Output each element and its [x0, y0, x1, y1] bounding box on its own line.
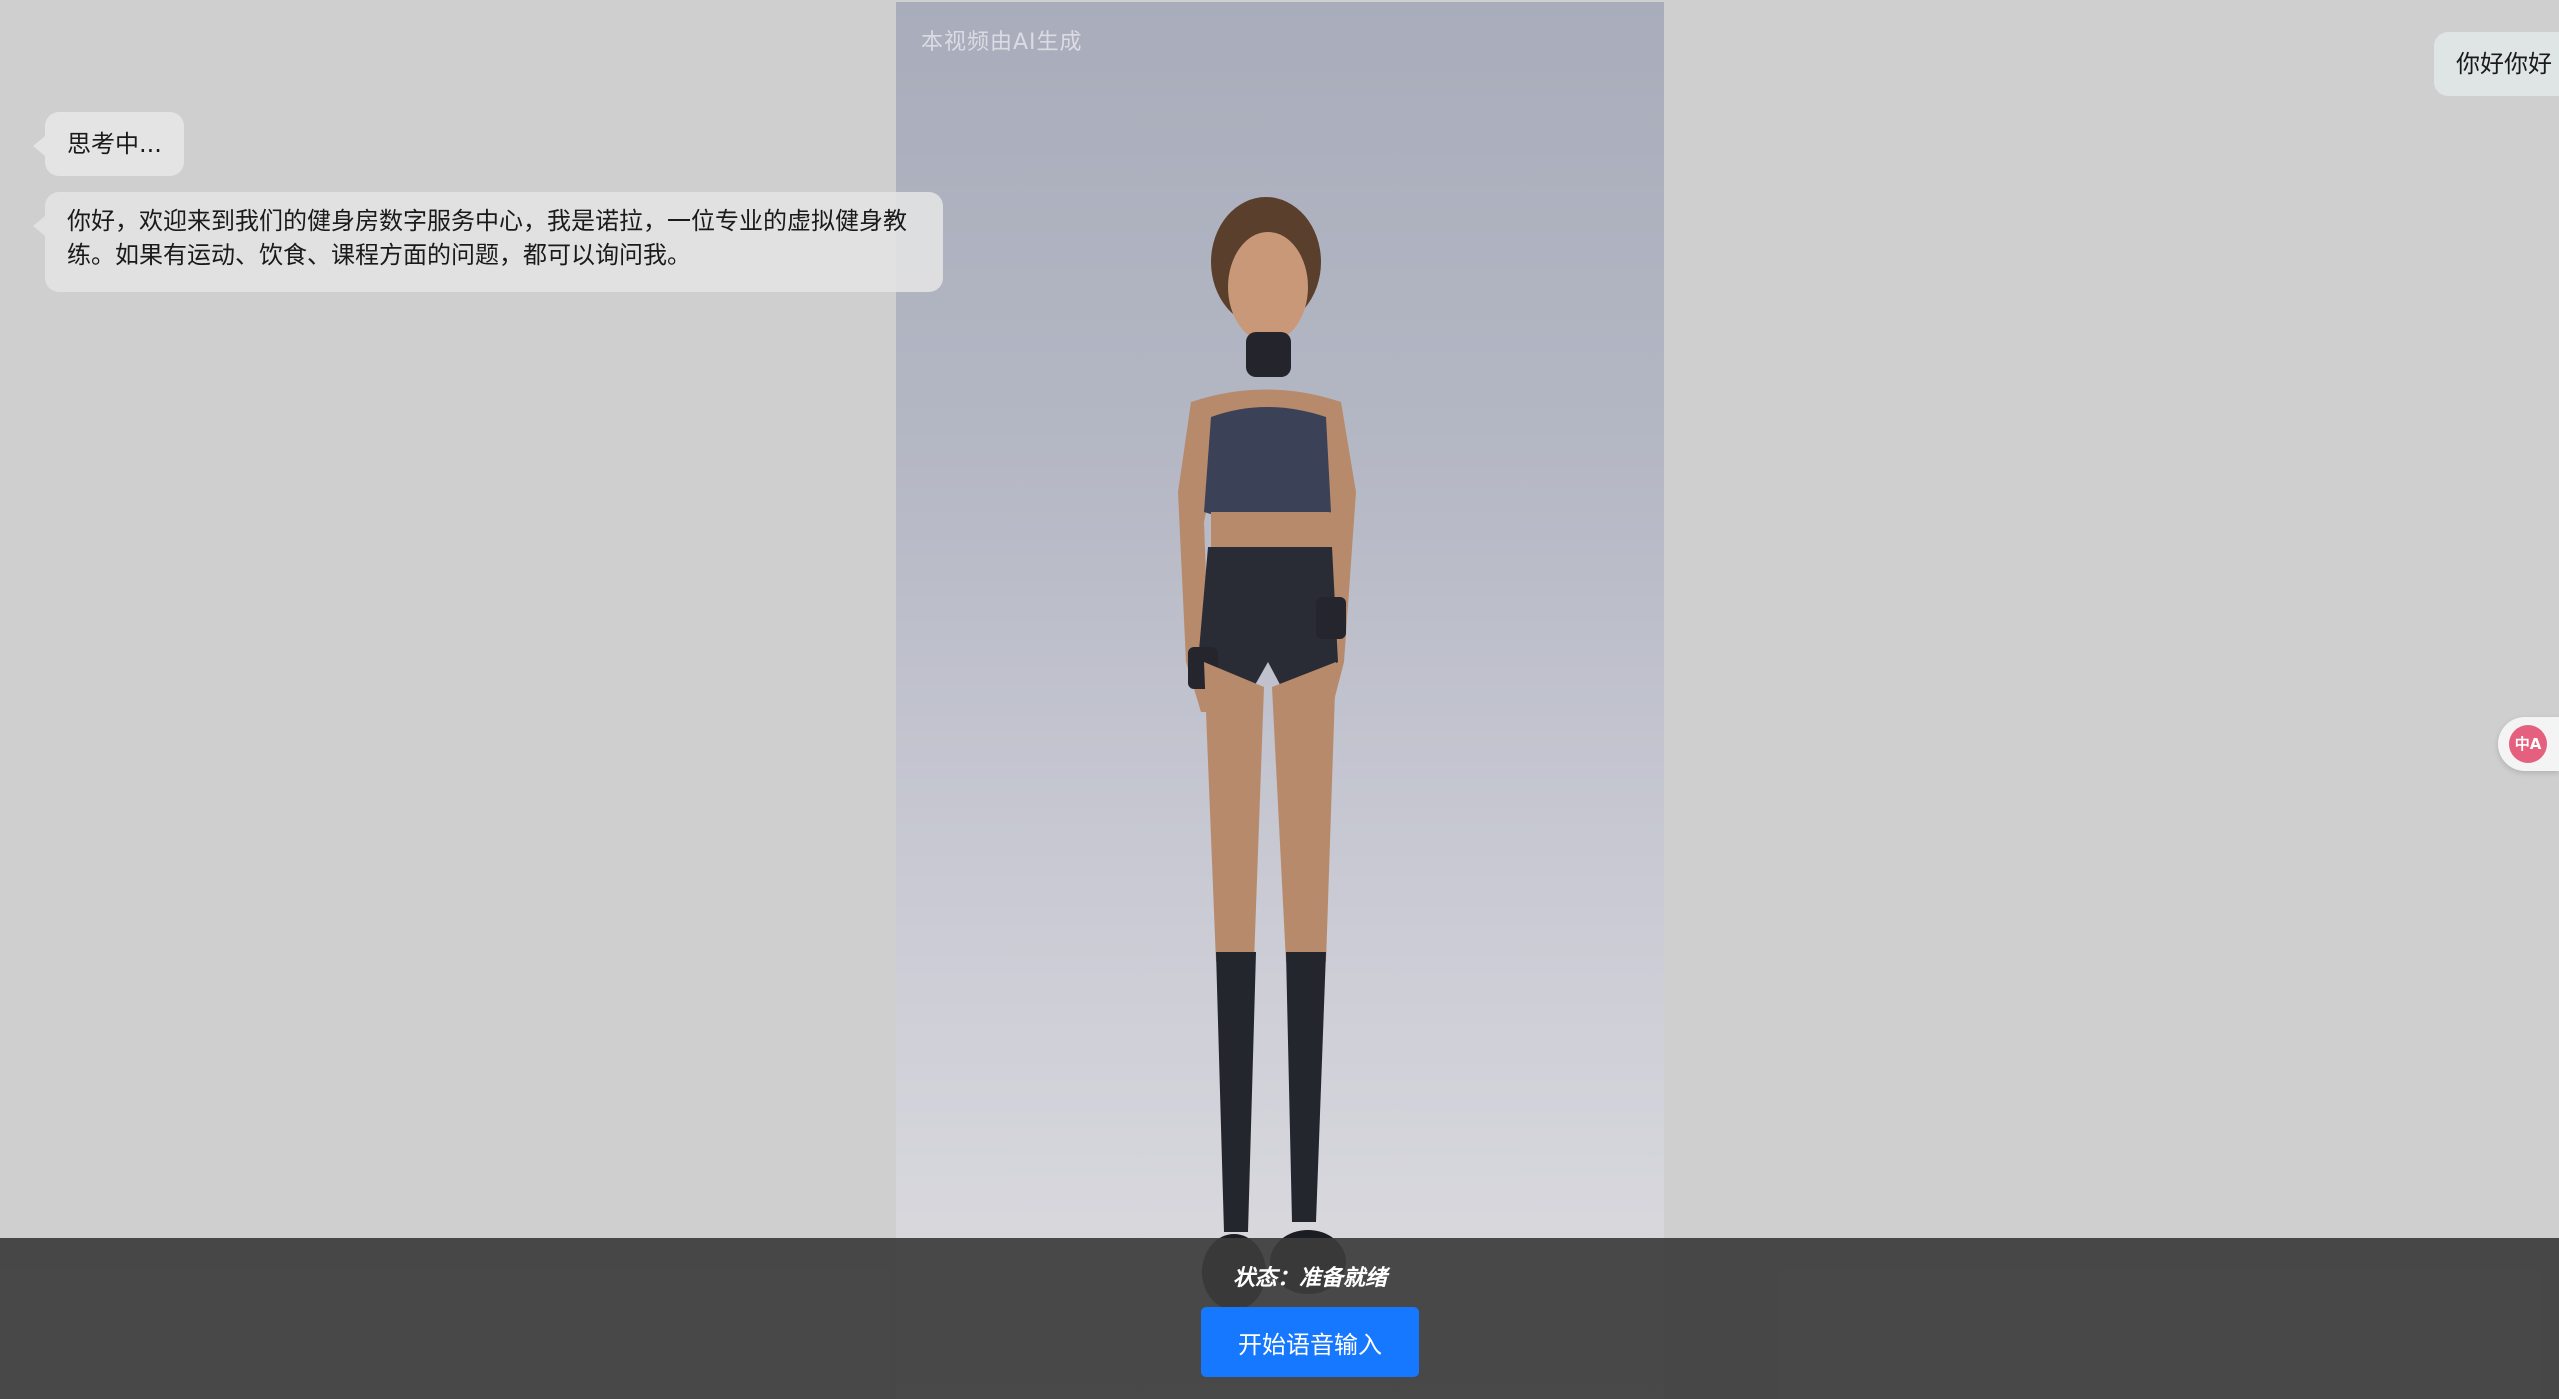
translate-icon: 中A [2509, 725, 2547, 763]
translate-float-button[interactable]: 中A [2498, 717, 2559, 771]
user-message-bubble: 你好你好 [2434, 32, 2559, 96]
control-bar: 状态：准备就绪 开始语音输入 [0, 1238, 2559, 1399]
virtual-coach-avatar [1178, 197, 1356, 1310]
start-voice-input-button[interactable]: 开始语音输入 [1201, 1307, 1419, 1377]
assistant-greeting-bubble: 你好，欢迎来到我们的健身房数字服务中心，我是诺拉，一位专业的虚拟健身教练。如果有… [33, 192, 943, 292]
ai-generated-watermark: 本视频由AI生成 [921, 30, 1083, 55]
status-text: 状态：准备就绪 [1232, 1266, 1387, 1291]
assistant-thinking-bubble: 思考中... [33, 112, 184, 176]
avatar-video-panel: 本视频由AI生成 [896, 2, 1664, 1399]
page: 本视频由AI生成 思考中... 你好，欢迎来到我们的健身房数字服务中心，我是诺拉… [0, 0, 2559, 1399]
